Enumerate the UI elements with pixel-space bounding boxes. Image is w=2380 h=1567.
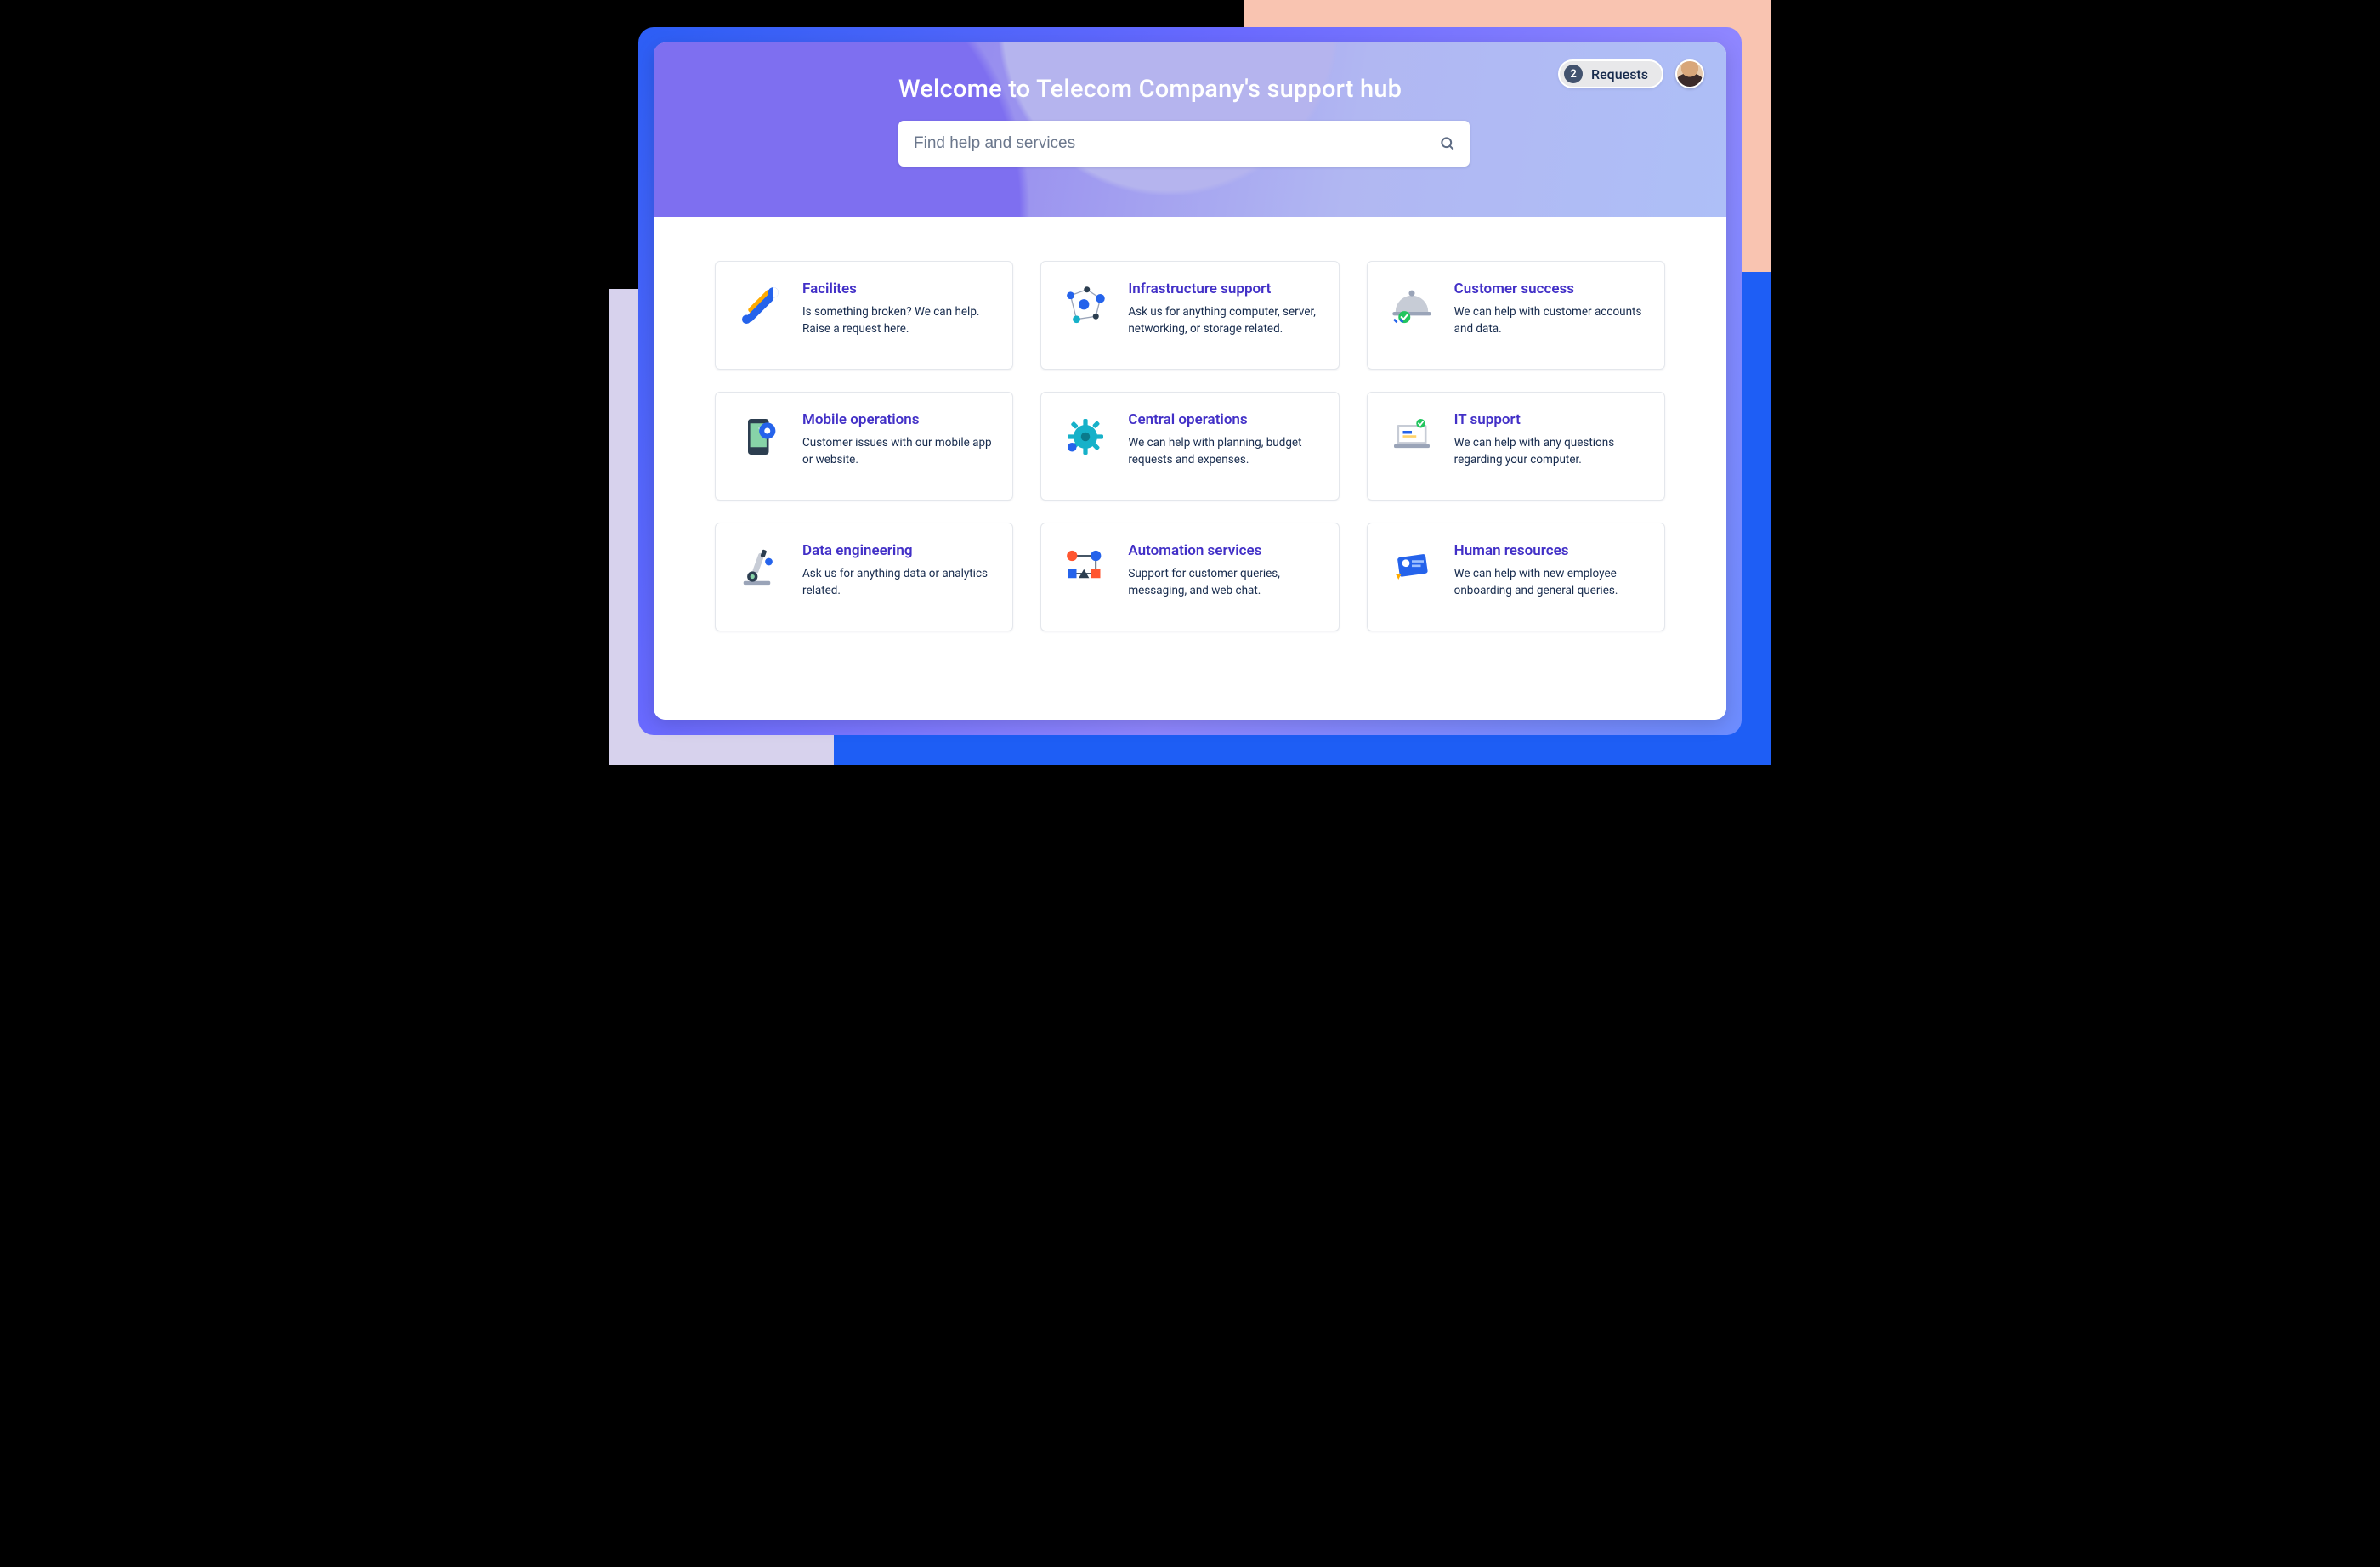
requests-count-badge: 2 (1564, 65, 1583, 83)
card-desc: Ask us for anything data or analytics re… (802, 566, 994, 599)
network-icon (1060, 280, 1111, 331)
card-desc: We can help with new employee onboarding… (1454, 566, 1646, 599)
card-title: Mobile operations (802, 411, 994, 428)
card-desc: Customer issues with our mobile app or w… (802, 435, 994, 468)
card-human-resources[interactable]: Human resources We can help with new emp… (1367, 523, 1665, 631)
card-title: Customer success (1454, 280, 1646, 297)
card-title: Automation services (1128, 542, 1319, 559)
card-title: Central operations (1128, 411, 1319, 428)
card-data-engineering[interactable]: Data engineering Ask us for anything dat… (715, 523, 1013, 631)
cloche-icon (1386, 280, 1437, 331)
card-title: Infrastructure support (1128, 280, 1319, 297)
search-input[interactable] (914, 134, 1427, 153)
flow-icon (1060, 542, 1111, 593)
requests-button[interactable]: 2 Requests (1558, 59, 1663, 88)
card-title: IT support (1454, 411, 1646, 428)
laptop-icon (1386, 411, 1437, 462)
idcard-icon (1386, 542, 1437, 593)
card-customer-success[interactable]: Customer success We can help with custom… (1367, 261, 1665, 370)
card-automation-services[interactable]: Automation services Support for customer… (1040, 523, 1339, 631)
card-desc: Support for customer queries, messaging,… (1128, 566, 1319, 599)
avatar[interactable] (1675, 59, 1704, 88)
tools-icon (734, 280, 785, 331)
hero-banner: 2 Requests Welcome to Telecom Company's … (654, 42, 1726, 217)
category-grid: Facilites Is something broken? We can he… (715, 261, 1665, 631)
card-desc: Is something broken? We can help. Raise … (802, 304, 994, 337)
card-facilities[interactable]: Facilites Is something broken? We can he… (715, 261, 1013, 370)
search-bar[interactable] (898, 121, 1470, 167)
gear-icon (1060, 411, 1111, 462)
card-desc: We can help with planning, budget reques… (1128, 435, 1319, 468)
requests-label: Requests (1591, 66, 1648, 82)
search-icon (1439, 135, 1456, 152)
card-title: Human resources (1454, 542, 1646, 559)
phone-icon (734, 411, 785, 462)
card-desc: Ask us for anything computer, server, ne… (1128, 304, 1319, 337)
card-mobile-operations[interactable]: Mobile operations Customer issues with o… (715, 392, 1013, 501)
support-hub-app: 2 Requests Welcome to Telecom Company's … (654, 42, 1726, 720)
card-infrastructure-support[interactable]: Infrastructure support Ask us for anythi… (1040, 261, 1339, 370)
card-central-operations[interactable]: Central operations We can help with plan… (1040, 392, 1339, 501)
card-title: Facilites (802, 280, 994, 297)
card-desc: We can help with any questions regarding… (1454, 435, 1646, 468)
card-it-support[interactable]: IT support We can help with any question… (1367, 392, 1665, 501)
page-title: Welcome to Telecom Company's support hub (898, 75, 1470, 104)
card-desc: We can help with customer accounts and d… (1454, 304, 1646, 337)
microscope-icon (734, 542, 785, 593)
card-title: Data engineering (802, 542, 994, 559)
